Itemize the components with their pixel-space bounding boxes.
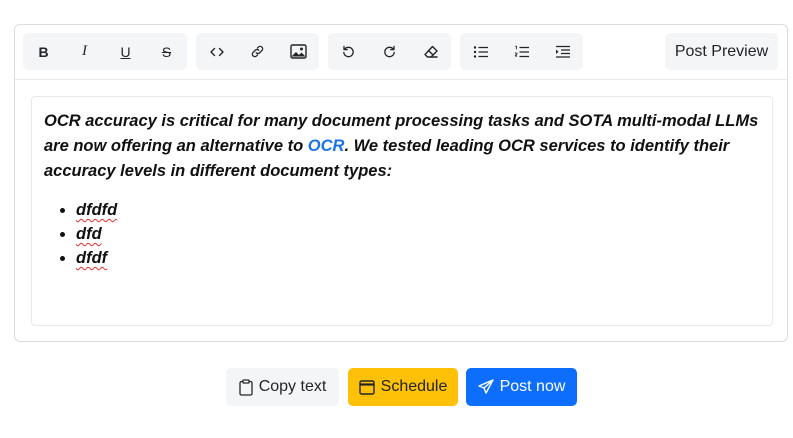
eraser-icon — [423, 45, 438, 58]
bullet-list-button[interactable] — [460, 33, 501, 70]
editor-toolbar: B I U S Post Preview — [15, 25, 787, 80]
link-icon — [251, 45, 264, 58]
copy-text-label: Copy text — [258, 378, 327, 395]
list-group — [460, 33, 583, 70]
image-icon — [290, 44, 307, 59]
code-icon — [209, 47, 224, 56]
calendar-icon — [358, 380, 375, 395]
undo-icon — [343, 45, 354, 58]
list-item-text: dfd — [76, 225, 102, 243]
bullet-list-icon — [473, 45, 488, 58]
list-item: dfd — [76, 222, 760, 246]
post-now-button[interactable]: Post now — [466, 368, 577, 406]
schedule-label: Schedule — [380, 378, 448, 395]
ocr-link[interactable]: OCR — [308, 137, 345, 155]
editor-card: B I U S Post Preview OCR accuracy is cri… — [14, 24, 788, 342]
send-icon — [477, 379, 494, 394]
image-button[interactable] — [278, 33, 319, 70]
undo-button[interactable] — [328, 33, 369, 70]
list-item-text: dfdf — [76, 249, 108, 267]
list-item: dfdf — [76, 246, 760, 270]
italic-label: I — [82, 43, 87, 59]
bold-button[interactable]: B — [23, 33, 64, 70]
format-group: B I U S — [23, 33, 187, 70]
history-group — [328, 33, 451, 70]
indent-button[interactable] — [542, 33, 583, 70]
copy-text-button[interactable]: Copy text — [226, 368, 339, 406]
insert-group — [196, 33, 319, 70]
editor-paragraph: OCR accuracy is critical for many docume… — [44, 109, 760, 184]
action-bar: Copy text Schedule Post now — [0, 368, 793, 406]
strikethrough-label: S — [161, 43, 172, 60]
bold-label: B — [38, 43, 49, 60]
bullet-list: dfdfd dfd dfdf — [44, 198, 760, 270]
italic-button[interactable]: I — [64, 33, 105, 70]
post-preview-button[interactable]: Post Preview — [665, 33, 778, 70]
redo-button[interactable] — [369, 33, 410, 70]
code-button[interactable] — [196, 33, 237, 70]
clipboard-icon — [239, 378, 253, 396]
redo-icon — [384, 45, 395, 58]
strikethrough-button[interactable]: S — [146, 33, 187, 70]
clear-format-button[interactable] — [410, 33, 451, 70]
underline-label: U — [120, 43, 131, 60]
post-now-label: Post now — [499, 378, 566, 395]
numbered-list-button[interactable] — [501, 33, 542, 70]
indent-icon — [555, 45, 570, 58]
list-item: dfdfd — [76, 198, 760, 222]
underline-button[interactable]: U — [105, 33, 146, 70]
schedule-button[interactable]: Schedule — [348, 368, 458, 406]
list-item-text: dfdfd — [76, 201, 118, 219]
numbered-list-icon — [514, 45, 529, 57]
editor-content[interactable]: OCR accuracy is critical for many docume… — [31, 96, 773, 326]
link-button[interactable] — [237, 33, 278, 70]
